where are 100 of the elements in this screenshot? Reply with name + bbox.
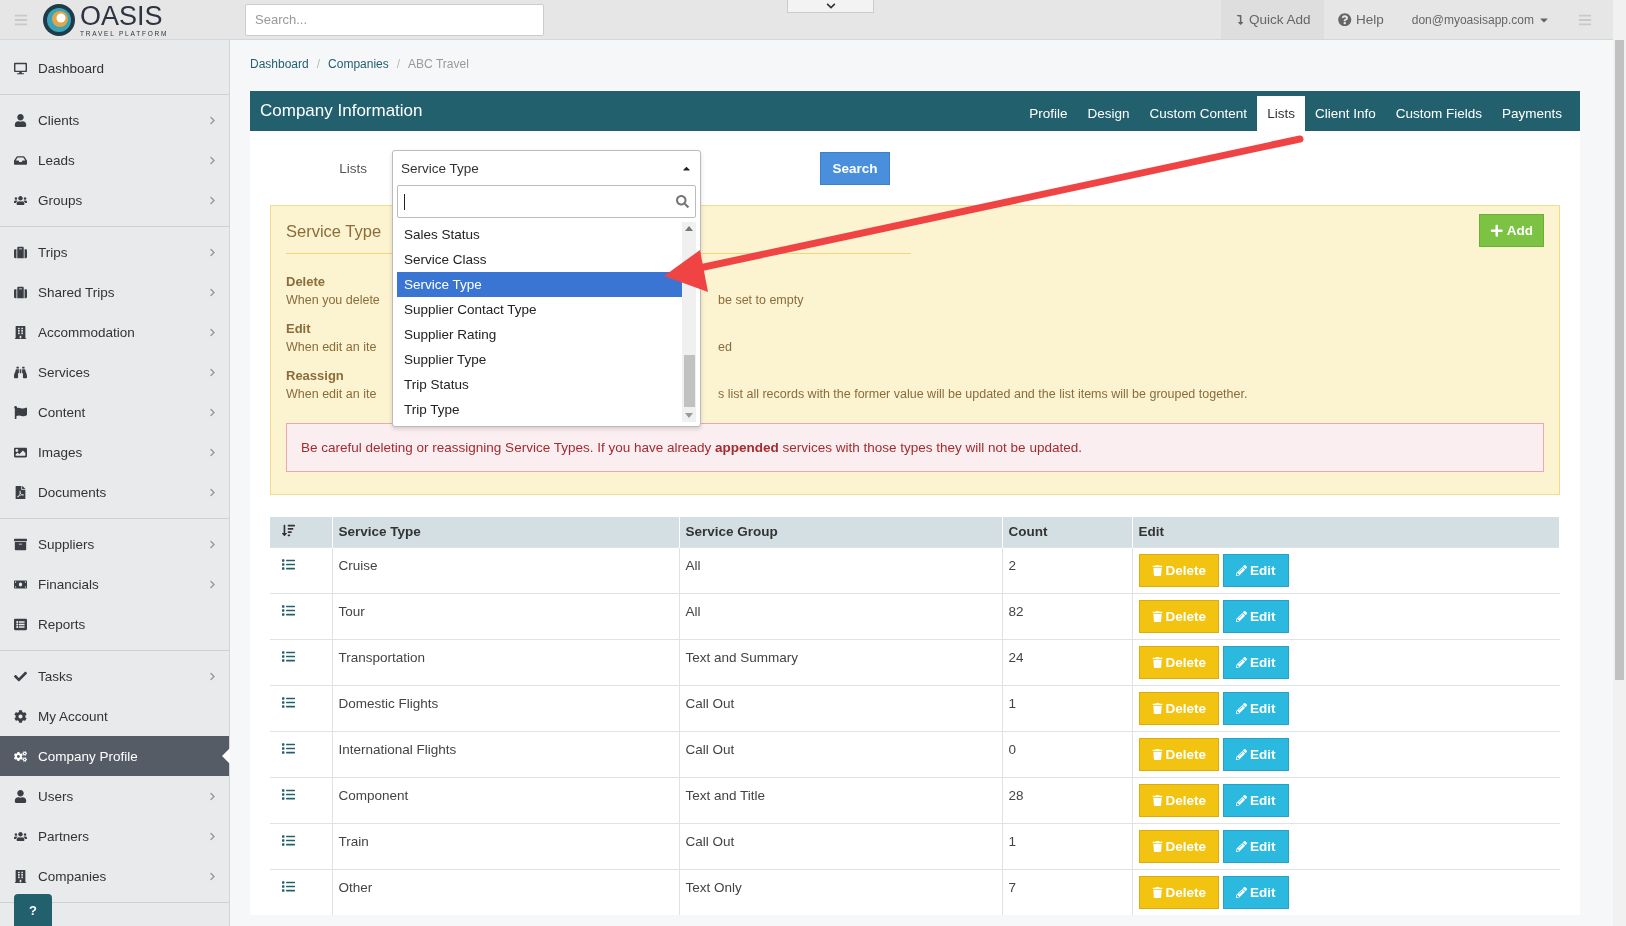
menu-item-icon — [12, 789, 28, 803]
section-text: When edit an ite — [286, 340, 377, 354]
sidebar-item[interactable]: Content — [0, 392, 229, 432]
section-text: s list all records with the former value will be updated and the list items will be grouped together. — [718, 387, 1248, 401]
pencil-icon — [1236, 840, 1248, 852]
table-cell: Other — [332, 869, 679, 915]
table-cell: Domestic Flights — [332, 685, 679, 731]
menu-item-icon — [12, 365, 28, 379]
pencil-icon — [1236, 702, 1248, 714]
trash-icon — [1151, 702, 1163, 714]
trash-icon — [1151, 840, 1163, 852]
pencil-icon — [1236, 886, 1248, 898]
section-text: When edit an ite — [286, 387, 377, 401]
table-cell: 1 — [1002, 823, 1132, 869]
column-header: Service Group — [679, 517, 1002, 547]
search-field[interactable]: Search... — [245, 3, 544, 36]
chevron-icon — [825, 1, 836, 11]
sidebar-item[interactable]: Users — [0, 776, 229, 816]
menu-item-icon — [12, 405, 28, 419]
sidebar-item[interactable]: Shared Trips — [0, 272, 229, 312]
column-header: Edit — [1132, 517, 1560, 547]
scroll-up-icon[interactable] — [685, 226, 693, 231]
trash-icon — [1151, 748, 1163, 760]
sidebar-item[interactable]: Suppliers — [0, 524, 229, 564]
scrollbar[interactable] — [1613, 0, 1626, 926]
tab[interactable]: Custom Fields — [1385, 96, 1492, 131]
sidebar-item[interactable]: Tasks — [0, 656, 229, 696]
table-cell: 82 — [1002, 593, 1132, 639]
menu-item-icon — [12, 285, 28, 299]
scroll-thumb[interactable] — [1615, 40, 1624, 680]
table-cell: Text and Title — [679, 777, 1002, 823]
dropdown-search-field[interactable] — [397, 185, 696, 218]
table-cell: 2 — [1002, 547, 1132, 593]
sidebar-item[interactable]: Groups — [0, 180, 229, 220]
menu-item-icon — [12, 617, 28, 631]
sidebar-item[interactable]: Clients — [0, 100, 229, 140]
help-button[interactable]: ? — [14, 894, 52, 926]
scroll-down-icon[interactable] — [685, 413, 693, 418]
table-cell: International Flights — [332, 731, 679, 777]
sidebar-item[interactable]: Financials — [0, 564, 229, 604]
sidebar-item[interactable]: Services — [0, 352, 229, 392]
tab[interactable]: Payments — [1491, 96, 1572, 131]
quick-add-button[interactable]: Quick Add — [1220, 0, 1325, 39]
table-cell: Call Out — [679, 685, 1002, 731]
sidebar-item[interactable]: Dashboard — [0, 48, 229, 88]
table-cell: All — [679, 547, 1002, 593]
section-text: When you delete — [286, 293, 380, 307]
tab[interactable]: Client Info — [1304, 96, 1386, 131]
sidebar-item[interactable]: My Account — [0, 696, 229, 736]
tab[interactable]: Lists — [1257, 96, 1305, 131]
table-cell: 1 — [1002, 685, 1132, 731]
logo-name: OASIS — [80, 2, 164, 30]
table-cell: Transportation — [332, 639, 679, 685]
logo-icon — [42, 2, 76, 37]
user-menu[interactable]: don@myoasisapp.com — [1397, 0, 1564, 39]
breadcrumb-link[interactable]: Dashboard — [250, 57, 309, 71]
menu-item-icon — [12, 537, 28, 551]
field-label: Lists — [338, 160, 368, 176]
plus-icon — [1490, 223, 1504, 238]
sidebar-item[interactable]: Images — [0, 432, 229, 472]
trash-icon — [1151, 794, 1163, 806]
tab[interactable]: Design — [1077, 96, 1140, 131]
column-header: Service Type — [332, 517, 679, 547]
breadcrumb-separator: / — [396, 57, 401, 71]
table-cell: Tour — [332, 593, 679, 639]
tab[interactable]: Profile — [1019, 96, 1078, 131]
sidebar-item[interactable]: Reports — [0, 604, 229, 644]
pencil-icon — [1236, 794, 1248, 806]
breadcrumb-link[interactable]: Companies — [328, 57, 389, 71]
dropdown-option[interactable]: Service Type — [397, 272, 682, 297]
scroll-thumb[interactable] — [683, 355, 695, 407]
menu-item-icon — [12, 709, 28, 723]
table-cell: Cruise — [332, 547, 679, 593]
menu-item-icon — [12, 445, 28, 459]
pencil-icon — [1236, 656, 1248, 668]
table-cell: Text and Summary — [679, 639, 1002, 685]
trash-icon — [1151, 610, 1163, 622]
table-cell: Train — [332, 823, 679, 869]
sidebar-item[interactable]: Leads — [0, 140, 229, 180]
table-cell: Call Out — [679, 823, 1002, 869]
sidebar-item[interactable]: Accommodation — [0, 312, 229, 352]
sidebar-item[interactable]: Partners — [0, 816, 229, 856]
menu-item-icon — [12, 869, 28, 883]
help-link[interactable]: Help — [1324, 0, 1398, 39]
sidebar-item[interactable]: Company Profile — [0, 736, 229, 776]
table-cell: 0 — [1002, 731, 1132, 777]
section-heading: Delete — [286, 274, 326, 289]
menu-item-icon — [12, 325, 28, 339]
table-cell: All — [679, 593, 1002, 639]
table-cell: Component — [332, 777, 679, 823]
arrow-down-icon — [1234, 14, 1245, 25]
sidebar-item[interactable]: Documents — [0, 472, 229, 512]
pencil-icon — [1236, 748, 1248, 760]
select-value[interactable]: Service Type — [393, 151, 700, 185]
sidebar-item[interactable]: Companies — [0, 856, 229, 896]
select-dropdown[interactable]: Service Type Sales Status Service Class Service Type Supplier Contact Type Supplier Rating Supplier Type Trip Status Trip Type — [392, 150, 701, 427]
menu-item-icon — [12, 61, 28, 75]
sidebar-item[interactable]: Trips — [0, 232, 229, 272]
panel-title: Service Type — [286, 221, 382, 240]
tab[interactable]: Custom Content — [1139, 96, 1258, 131]
